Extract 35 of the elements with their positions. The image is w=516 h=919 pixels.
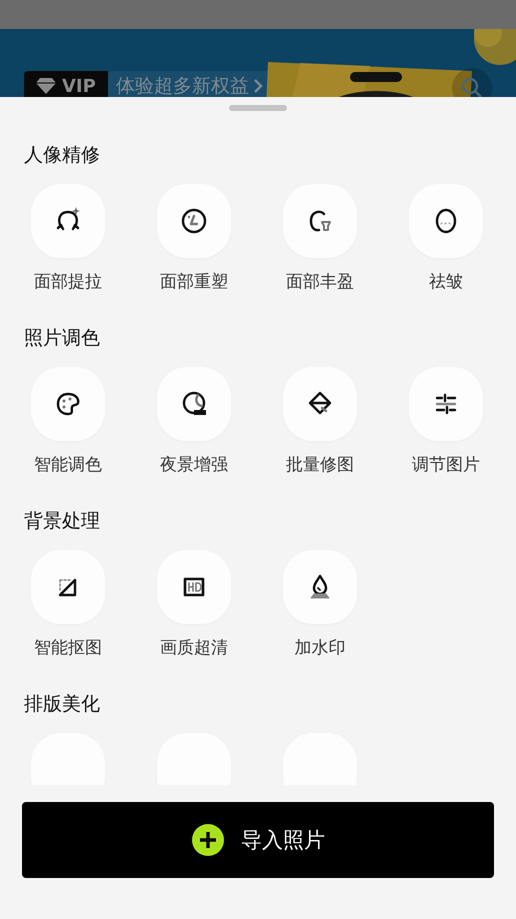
tool-label: 调节图片 [412, 454, 480, 477]
tool-label: 画质超清 [160, 637, 228, 660]
tool-tile[interactable] [283, 184, 357, 258]
tool-label: 夜景增强 [160, 454, 228, 477]
tool-label: 批量修图 [286, 454, 354, 477]
section-title: 排版美化 [23, 692, 101, 717]
tool-label: 祛皱 [429, 271, 463, 294]
tool-tile[interactable] [409, 184, 483, 258]
tool-label: 加水印 [294, 637, 346, 660]
section-title: 背景处理 [23, 509, 101, 534]
search-icon [461, 77, 483, 97]
tool-label: 智能调色 [34, 454, 102, 477]
import-photo-button[interactable]: 导入照片 [22, 802, 494, 878]
section-title: 照片调色 [23, 326, 101, 351]
vip-badge[interactable]: VIP [24, 71, 108, 97]
plus-icon [191, 823, 225, 857]
drag-handle[interactable] [229, 105, 287, 111]
tool-label: 面部重塑 [160, 271, 228, 294]
tool-tile[interactable] [157, 550, 231, 624]
tool-tile[interactable] [283, 367, 357, 441]
section-title: 人像精修 [23, 143, 101, 168]
tool-tile[interactable] [31, 550, 105, 624]
tool-tile[interactable] [283, 550, 357, 624]
tool-tile[interactable] [157, 184, 231, 258]
tool-tile[interactable] [31, 367, 105, 441]
diamond-icon [36, 78, 56, 94]
vip-label: VIP [62, 76, 96, 96]
tool-label: 面部提拉 [34, 271, 102, 294]
tool-tile[interactable] [157, 367, 231, 441]
chevron-icon [252, 78, 263, 94]
tool-tile[interactable] [409, 367, 483, 441]
tool-label: 智能抠图 [34, 637, 102, 660]
tool-tile[interactable] [31, 184, 105, 258]
tool-label: 面部丰盈 [286, 271, 354, 294]
banner[interactable]: VIP 体验超多新权益 [0, 29, 516, 97]
